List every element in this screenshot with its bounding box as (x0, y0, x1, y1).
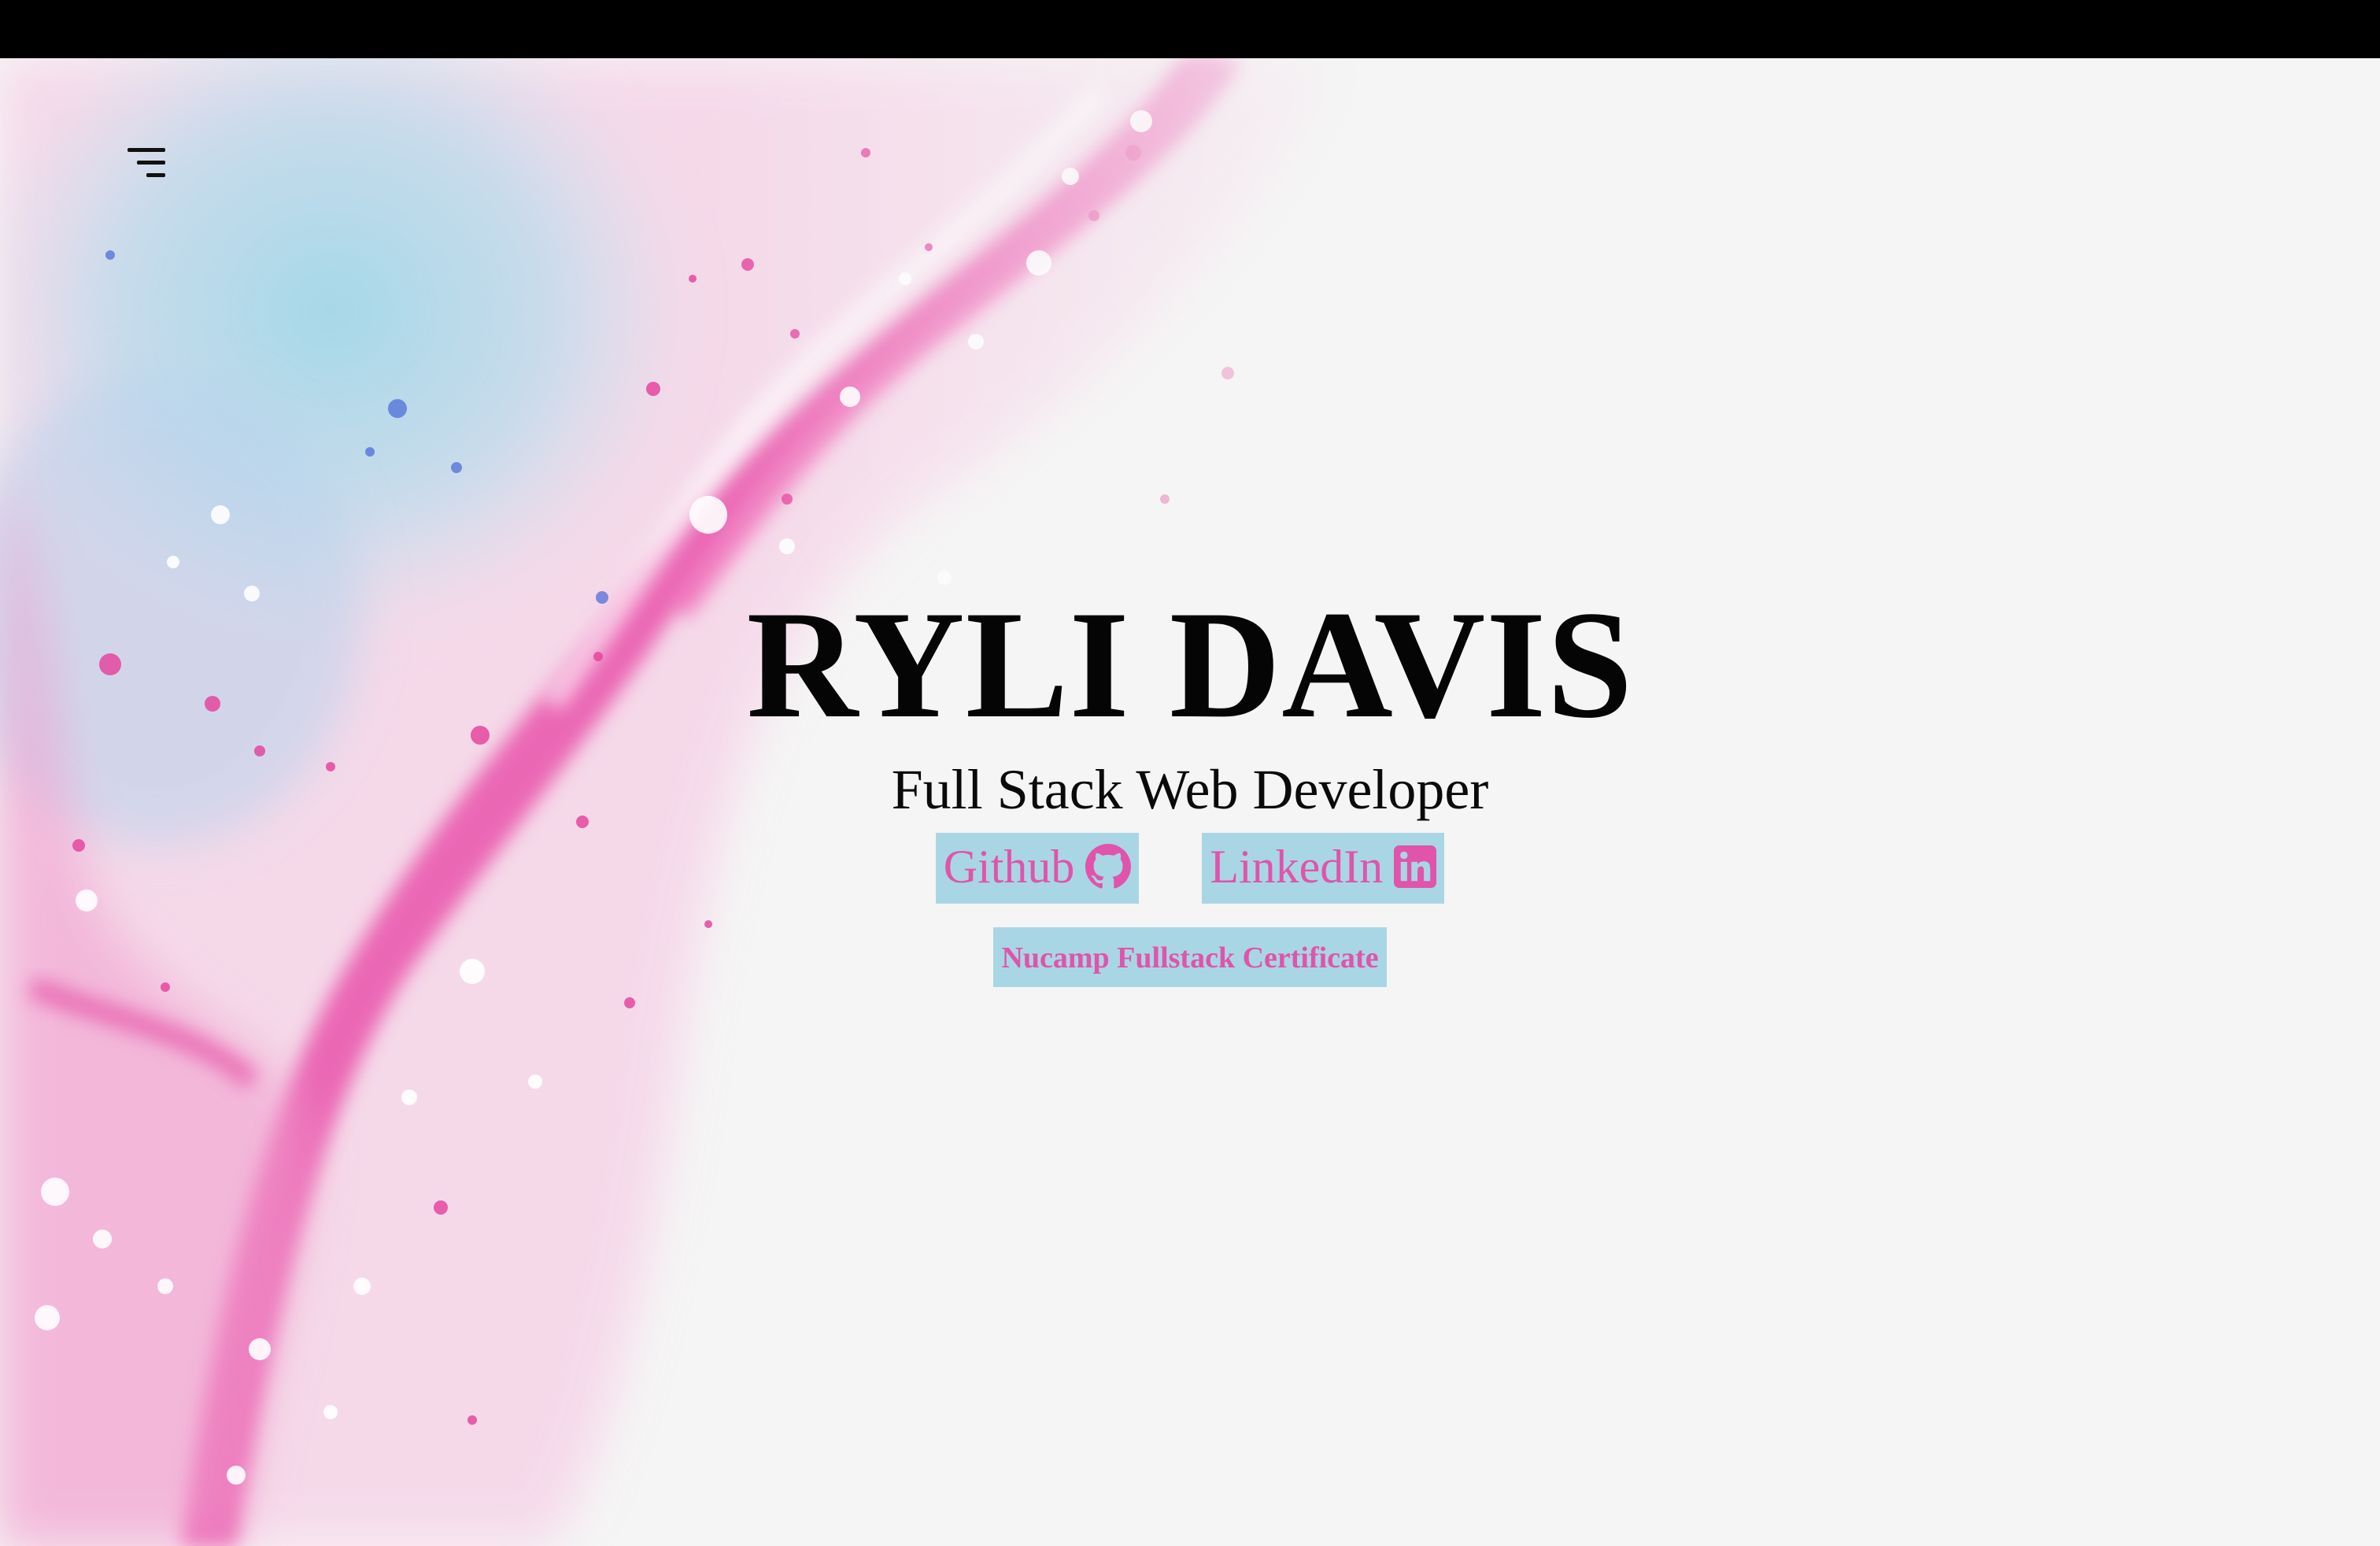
menu-line-top (128, 148, 165, 152)
hero-content: RYLI DAVIS Full Stack Web Developer Gith… (0, 583, 2380, 987)
hero-subtitle: Full Stack Web Developer (891, 758, 1489, 821)
github-link-label: Github (943, 841, 1075, 893)
menu-line-bottom (146, 173, 165, 177)
github-link[interactable]: Github (935, 833, 1140, 904)
hamburger-menu-icon[interactable] (124, 145, 168, 181)
page: RYLI DAVIS Full Stack Web Developer Gith… (0, 0, 2380, 1546)
certificate-link[interactable]: Nucamp Fullstack Certificate (993, 927, 1387, 987)
top-bar (0, 0, 2380, 58)
linkedin-icon (1394, 845, 1437, 888)
linkedin-link-label: LinkedIn (1210, 841, 1384, 893)
social-links: Github LinkedIn (0, 833, 2380, 904)
hero-name: RYLI DAVIS (746, 579, 1634, 750)
linkedin-link[interactable]: LinkedIn (1202, 833, 1445, 904)
menu-line-middle (137, 161, 165, 165)
github-icon (1085, 844, 1132, 889)
